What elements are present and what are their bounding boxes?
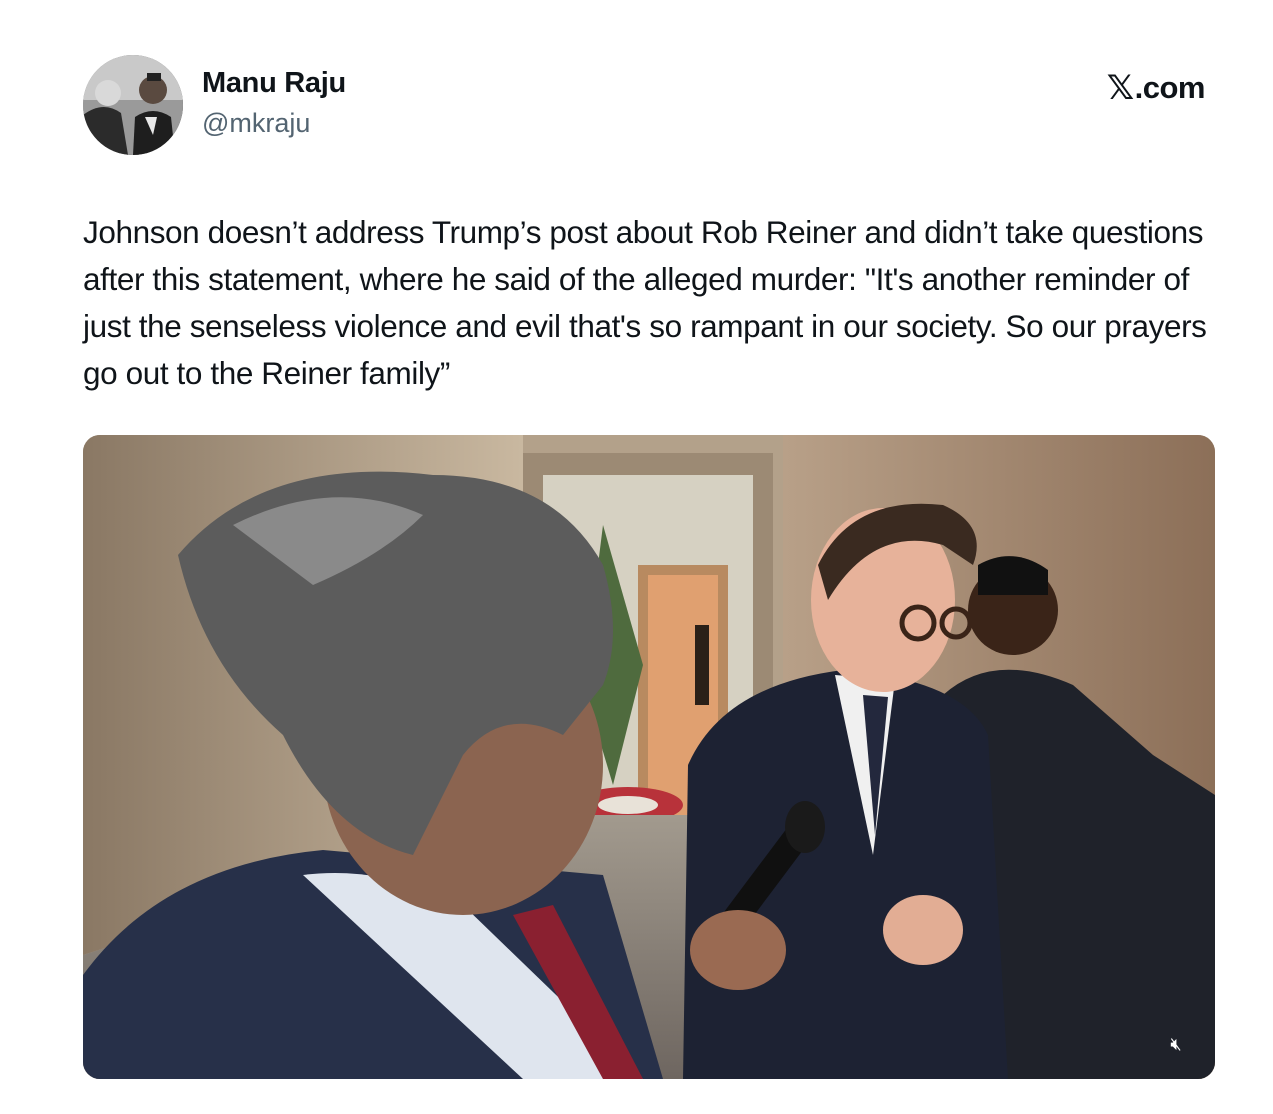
author-name[interactable]: Manu Raju	[202, 67, 346, 100]
author-handle[interactable]: @mkraju	[202, 108, 310, 139]
author-avatar[interactable]	[83, 55, 183, 155]
avatar-photo	[83, 55, 183, 155]
speaker-muted-icon[interactable]: 🔇︎	[1161, 1031, 1191, 1057]
video-frame	[83, 435, 1215, 1079]
tweet-video[interactable]: 🔇︎	[83, 435, 1215, 1079]
tweet-text: Johnson doesn’t address Trump’s post abo…	[83, 214, 1215, 391]
x-com-logo[interactable]: 𝕏 .com	[1106, 68, 1206, 108]
source-domain: .com	[1134, 70, 1206, 105]
x-logo-icon: 𝕏	[1106, 68, 1134, 108]
